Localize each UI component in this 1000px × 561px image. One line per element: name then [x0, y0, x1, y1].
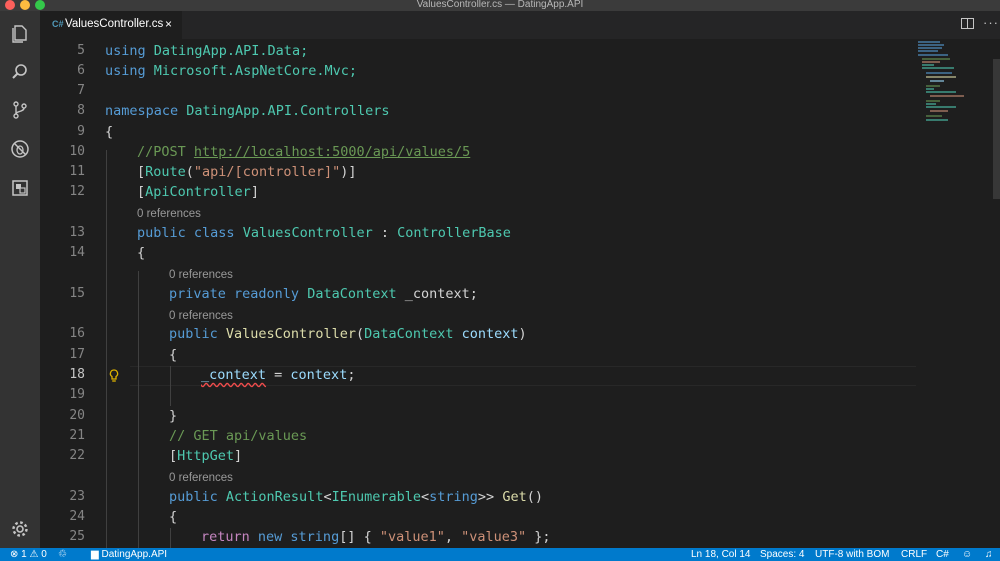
code-lens-references[interactable]: 0 references — [169, 470, 233, 486]
code-line-18: _context = context; — [201, 367, 356, 383]
code-line-13: public class ValuesController : Controll… — [137, 225, 511, 241]
line-number: 21 — [69, 428, 85, 443]
code-editor[interactable]: 5 6 7 8 9 10 11 12 13 14 15 16 17 18 19 … — [40, 39, 1000, 548]
tab-bar: C# ValuesController.cs × ··· — [40, 11, 1000, 39]
run-icon[interactable]: ♲ — [58, 548, 67, 561]
code-line-22: [HttpGet] — [169, 448, 243, 464]
code-line-10: //POST http://localhost:5000/api/values/… — [137, 144, 471, 160]
folder-indicator[interactable]: ▆ DatingApp.API — [91, 548, 167, 561]
title-bar: ValuesController.cs — DatingApp.API — [0, 0, 1000, 11]
code-lens-references[interactable]: 0 references — [169, 308, 233, 324]
line-number: 22 — [69, 448, 85, 463]
code-line-17: { — [169, 347, 178, 363]
code-line-23: public ActionResult<IEnumerable<string>>… — [169, 489, 543, 505]
line-ending[interactable]: CRLF — [901, 548, 927, 561]
line-number: 5 — [77, 43, 85, 58]
error-squiggle: _context — [201, 367, 267, 383]
line-number: 12 — [69, 184, 85, 199]
code-line-8: namespace DatingApp.API.Controllers — [105, 103, 390, 119]
line-number: 10 — [69, 144, 85, 159]
code-line-24: { — [169, 509, 178, 525]
feedback-icon[interactable]: ☺ — [962, 548, 972, 561]
vertical-scrollbar[interactable] — [993, 59, 1000, 199]
code-line-20: } — [169, 408, 178, 424]
code-line-12: [ApiController] — [137, 184, 259, 200]
line-number: 13 — [69, 225, 85, 240]
code-line-25: return new string[] { "value1", "value3"… — [201, 529, 551, 545]
tab-values-controller[interactable]: C# ValuesController.cs × — [40, 11, 182, 39]
search-icon[interactable] — [10, 62, 30, 82]
debug-icon[interactable] — [10, 139, 30, 159]
code-line-6: using Microsoft.AspNetCore.Mvc; — [105, 63, 357, 79]
line-number-active: 18 — [69, 367, 85, 382]
line-number: 15 — [69, 286, 85, 301]
encoding[interactable]: UTF-8 with BOM — [815, 548, 889, 561]
code-line-15: private readonly DataContext _context; — [169, 286, 478, 302]
code-line-21: // GET api/values — [169, 428, 308, 444]
window-title: ValuesController.cs — DatingApp.API — [416, 0, 584, 10]
comment-url-link[interactable]: http://localhost:5000/api/values/5 — [194, 144, 470, 160]
line-number: 25 — [69, 529, 85, 544]
line-number: 23 — [69, 489, 85, 504]
code-line-14: { — [137, 245, 146, 261]
code-line-11: [Route("api/[controller]")] — [137, 164, 357, 180]
folder-icon: ▆ — [91, 549, 99, 560]
csharp-file-icon: C# — [52, 19, 64, 29]
line-number: 14 — [69, 245, 85, 260]
code-lens-references[interactable]: 0 references — [169, 267, 233, 283]
line-number: 24 — [69, 509, 85, 524]
line-number: 11 — [69, 164, 85, 179]
line-number: 17 — [69, 347, 85, 362]
error-icon: ⊗ — [10, 549, 19, 560]
language-mode[interactable]: C# — [936, 548, 949, 561]
minimap[interactable] — [916, 39, 988, 129]
code-line-5: using DatingApp.API.Data; — [105, 43, 309, 59]
code-lens-references[interactable]: 0 references — [137, 206, 201, 222]
line-number: 8 — [77, 103, 85, 118]
line-number: 16 — [69, 326, 85, 341]
tab-label: ValuesController.cs — [65, 18, 164, 30]
line-number: 6 — [77, 63, 85, 78]
cursor-position[interactable]: Ln 18, Col 14 — [691, 548, 751, 561]
more-actions-icon[interactable]: ··· — [983, 15, 999, 30]
line-number: 20 — [69, 408, 85, 423]
code-line-9: { — [105, 124, 114, 140]
activity-bar — [0, 11, 40, 548]
line-number: 7 — [77, 83, 85, 98]
indentation[interactable]: Spaces: 4 — [760, 548, 804, 561]
gear-icon[interactable] — [10, 519, 30, 539]
close-icon[interactable]: × — [165, 17, 172, 31]
extensions-icon[interactable] — [10, 178, 30, 198]
code-line-16: public ValuesController(DataContext cont… — [169, 326, 527, 342]
bell-icon[interactable]: ♫ — [985, 548, 993, 561]
source-control-icon[interactable] — [10, 100, 30, 120]
problems-indicator[interactable]: ⊗ 1 ⚠ 0 — [10, 548, 47, 561]
status-bar: ⊗ 1 ⚠ 0 ♲ ▆ DatingApp.API Ln 18, Col 14 … — [0, 548, 1000, 561]
split-editor-icon[interactable] — [961, 18, 974, 29]
files-icon[interactable] — [10, 23, 30, 43]
warning-icon: ⚠ — [29, 549, 39, 560]
line-number: 9 — [77, 124, 85, 139]
line-number: 19 — [69, 387, 85, 402]
